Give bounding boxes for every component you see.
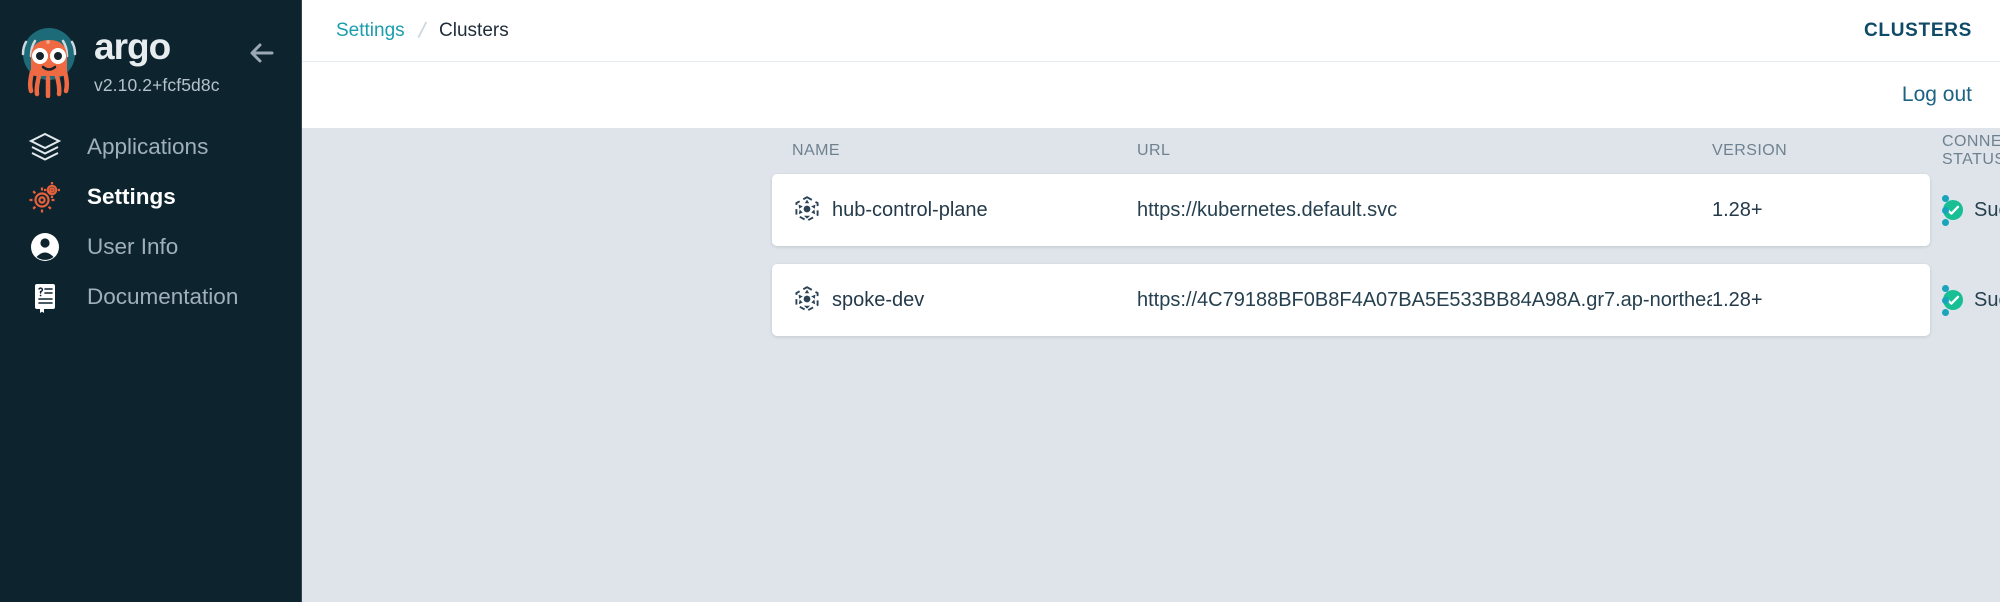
sidebar-item-label: Applications [87,134,209,159]
sidebar-item-documentation[interactable]: Documentation [0,272,301,322]
kebab-menu-icon[interactable] [1942,188,1949,232]
main-area: Settings / Clusters CLUSTERS Log out NAM… [302,0,2000,602]
app-root: argo v2.10.2+fcf5d8c Applications Settin… [0,0,2000,602]
sidebar: argo v2.10.2+fcf5d8c Applications Settin… [0,0,302,602]
sidebar-item-label: Settings [87,184,176,209]
sidebar-item-label: Documentation [87,284,239,309]
breadcrumb-item-clusters: Clusters [439,19,509,41]
cluster-name-cell: hub-control-plane [792,195,1137,225]
page-title[interactable]: CLUSTERS [1864,20,1972,42]
top-bar: Settings / Clusters CLUSTERS [302,0,2000,62]
clusters-table: NAME URL VERSION CONNECTION STATUS [302,128,2000,336]
column-header-version: VERSION [1712,142,1788,159]
brand-wordmark: argo [94,26,222,75]
table-row[interactable]: spoke-dev https://4C79188BF0B8F4A07BA5E5… [772,264,2000,336]
cluster-name-text: hub-control-plane [832,198,988,221]
kebab-menu-icon[interactable] [1942,278,1949,322]
brand-text: argo v2.10.2+fcf5d8c [94,22,222,96]
table-header-row: NAME URL VERSION CONNECTION STATUS [772,128,2000,174]
argo-octopus-logo[interactable] [10,20,88,99]
sidebar-item-settings[interactable]: Settings [0,172,301,222]
status-text: Successful [1974,198,2000,221]
cluster-version-cell: 1.28+ [1712,198,1763,221]
breadcrumb: Settings / Clusters [336,17,509,44]
sidebar-item-applications[interactable]: Applications [0,122,301,172]
cluster-name-cell: spoke-dev [792,285,1137,315]
sidebar-nav: Applications Settings User Info Document… [0,122,301,322]
cluster-version-cell: 1.28+ [1712,288,1763,311]
cluster-url-cell: https://kubernetes.default.svc [1137,198,1398,221]
brand-header: argo v2.10.2+fcf5d8c [0,0,301,104]
gears-icon [26,178,64,216]
cluster-url-cell: https://4C79188BF0B8F4A07BA5E533BB84A98A… [1137,288,1712,311]
status-badge: Successful [1942,199,2000,222]
layers-icon [26,128,64,166]
sidebar-item-user-info[interactable]: User Info [0,222,301,272]
sidebar-item-label: User Info [87,234,179,259]
user-bar: Log out [302,62,2000,128]
version-label: v2.10.2+fcf5d8c [94,75,220,95]
column-header-connection-status: CONNECTION STATUS [1942,133,2000,168]
table-row[interactable]: hub-control-plane https://kubernetes.def… [772,174,2000,246]
kubernetes-icon [792,195,822,225]
status-badge: Successful [1942,289,2000,312]
book-question-icon [26,278,64,316]
breadcrumb-separator: / [416,16,428,44]
status-text: Successful [1974,288,2000,311]
cluster-name-text: spoke-dev [832,288,925,311]
user-circle-icon [26,228,64,266]
content-area: NAME URL VERSION CONNECTION STATUS [302,128,2000,602]
kubernetes-icon [792,285,822,315]
column-header-url: URL [1137,142,1171,159]
arrow-left-icon[interactable] [245,36,279,70]
logout-button[interactable]: Log out [1902,83,1972,107]
column-header-name: NAME [792,142,841,159]
svg-text:argo: argo [94,28,171,67]
breadcrumb-item-settings[interactable]: Settings [336,20,405,42]
